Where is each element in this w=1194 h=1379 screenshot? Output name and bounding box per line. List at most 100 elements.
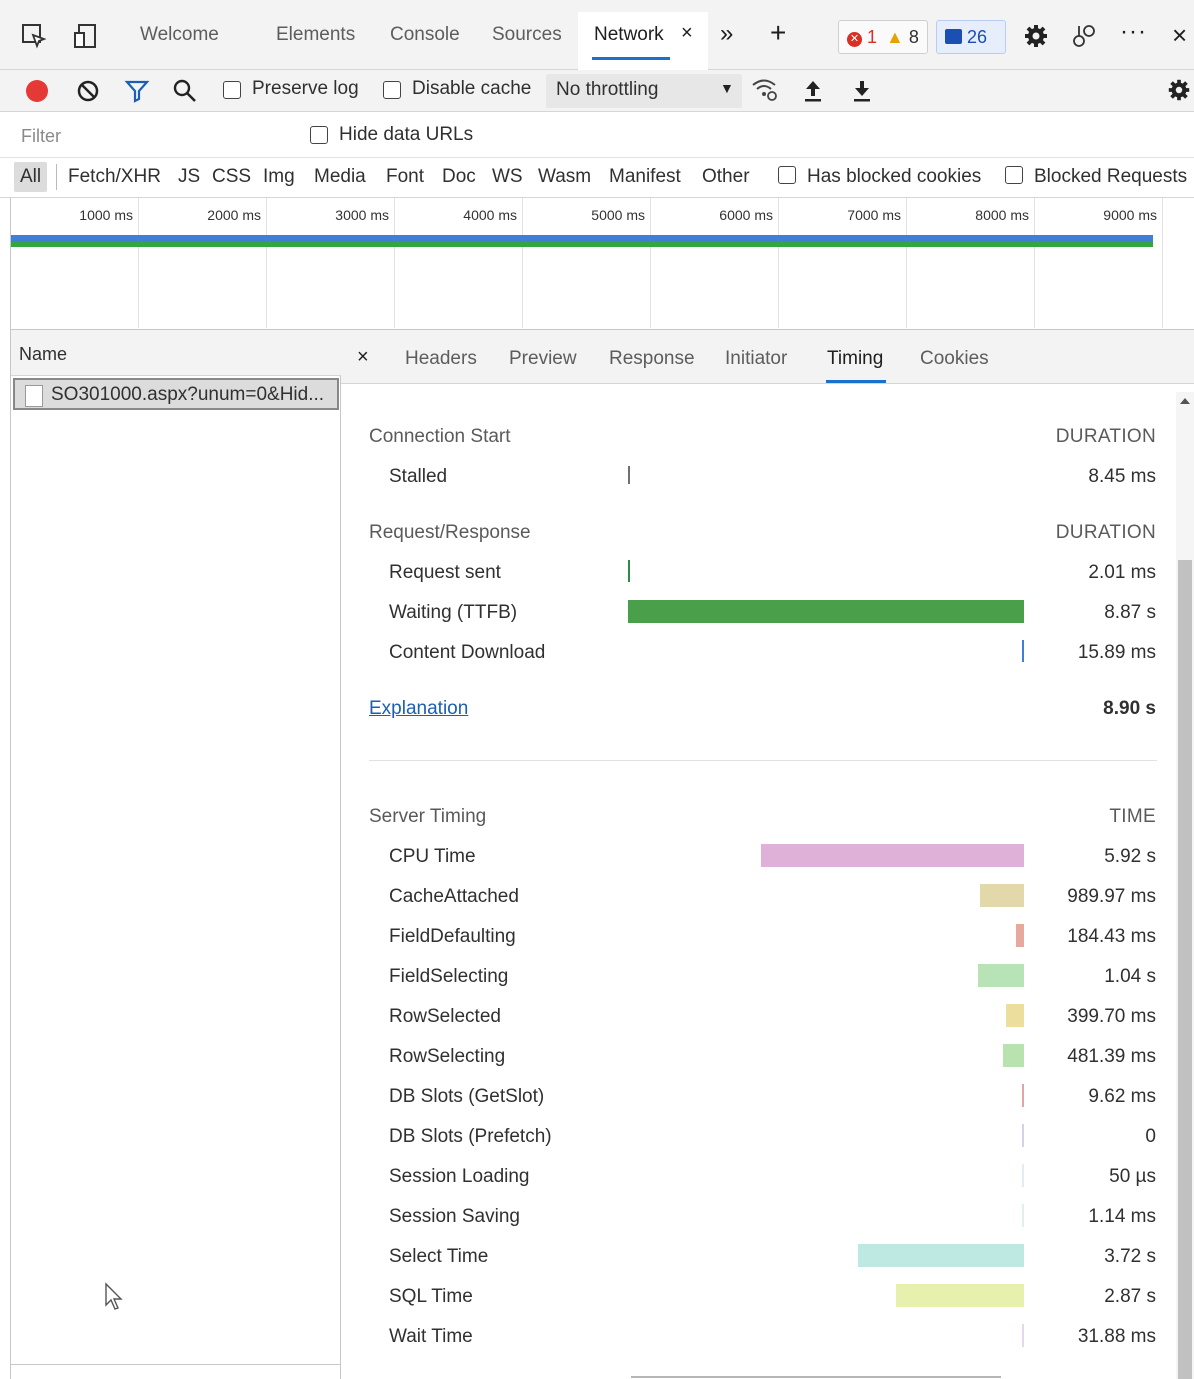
network-settings-gear-icon[interactable] — [1166, 77, 1192, 103]
server-timing-value: 1.14 ms — [1088, 1206, 1156, 1227]
type-filter-wasm[interactable]: Wasm — [538, 166, 591, 188]
request-row[interactable]: SO301000.aspx?unum=0&Hid... — [13, 378, 339, 410]
overview-request-bar-ttfb — [11, 242, 1153, 247]
request-response-heading: Request/Response — [369, 522, 531, 543]
error-icon: ✕ — [847, 32, 862, 47]
add-tab-icon[interactable]: + — [770, 17, 786, 49]
document-icon — [25, 385, 43, 407]
tab-initiator[interactable]: Initiator — [725, 348, 787, 370]
server-timing-label: Wait Time — [389, 1326, 473, 1347]
active-tab-indicator — [592, 57, 670, 60]
server-timing-label: RowSelecting — [389, 1046, 506, 1067]
server-timing-bar — [761, 844, 1024, 867]
server-timing-label: CPU Time — [389, 846, 476, 867]
connection-icon[interactable] — [1070, 22, 1098, 50]
content-download-bar — [1022, 640, 1024, 662]
name-column-header[interactable]: Name — [11, 330, 341, 376]
content-download-label: Content Download — [389, 642, 546, 663]
search-icon[interactable] — [172, 78, 198, 104]
blocked-requests-checkbox[interactable] — [1005, 166, 1023, 184]
disable-cache-label: Disable cache — [412, 78, 532, 99]
throttling-select[interactable]: No throttling ▼ — [546, 74, 742, 108]
time-header: TIME — [1109, 806, 1156, 827]
network-conditions-icon[interactable] — [750, 76, 780, 104]
overview-tick-label: 6000 ms — [719, 207, 773, 223]
type-filter-other[interactable]: Other — [702, 166, 750, 188]
tab-response[interactable]: Response — [609, 348, 695, 370]
messages-badge[interactable]: 26 — [936, 20, 1006, 54]
type-filter-all[interactable]: All — [14, 162, 48, 192]
server-timing-label: DB Slots (GetSlot) — [389, 1086, 545, 1107]
scrollbar-thumb[interactable] — [1178, 560, 1192, 1379]
tab-elements[interactable]: Elements — [276, 24, 355, 46]
server-timing-value: 989.97 ms — [1067, 886, 1156, 907]
close-devtools-icon[interactable]: × — [1172, 20, 1187, 51]
overview-tick-label: 1000 ms — [79, 207, 133, 223]
stalled-label: Stalled — [389, 466, 448, 487]
preserve-log-checkbox[interactable] — [223, 81, 241, 99]
filter-input[interactable]: Filter — [10, 120, 286, 150]
close-details-icon[interactable]: × — [357, 346, 369, 369]
request-sent-label: Request sent — [389, 562, 501, 583]
more-options-icon[interactable]: ··· — [1120, 18, 1147, 46]
server-timing-value: 3.72 s — [1104, 1246, 1156, 1267]
record-icon[interactable] — [26, 80, 48, 102]
overview-gridline — [138, 198, 139, 328]
type-filter-css[interactable]: CSS — [212, 166, 251, 188]
hide-data-urls-checkbox[interactable] — [310, 126, 328, 144]
tab-timing[interactable]: Timing — [827, 348, 883, 370]
server-timing-label: CacheAttached — [389, 886, 519, 907]
message-icon — [945, 29, 962, 44]
type-filter-manifest[interactable]: Manifest — [609, 166, 681, 188]
tab-console[interactable]: Console — [390, 24, 460, 46]
has-blocked-cookies-checkbox[interactable] — [778, 166, 796, 184]
section-divider — [369, 760, 1157, 761]
connection-start-heading: Connection Start — [369, 426, 511, 447]
explanation-link[interactable]: Explanation — [369, 698, 468, 720]
type-filter-ws[interactable]: WS — [492, 166, 523, 188]
inspect-element-icon[interactable] — [20, 22, 48, 50]
settings-gear-icon[interactable] — [1022, 22, 1050, 50]
tab-network[interactable]: Network — [594, 24, 664, 46]
disable-cache-checkbox[interactable] — [383, 81, 401, 99]
timeline-overview[interactable]: 1000 ms 2000 ms 3000 ms 4000 ms 5000 ms … — [10, 198, 1194, 330]
server-timing-value: 1.04 s — [1104, 966, 1156, 987]
type-filter-js[interactable]: JS — [178, 166, 200, 188]
more-tabs-icon[interactable]: » — [720, 20, 733, 48]
type-filter-media[interactable]: Media — [314, 166, 366, 188]
overview-gridline — [1162, 198, 1163, 328]
server-timing-bar — [978, 964, 1024, 987]
server-timing-bar — [1022, 1164, 1024, 1187]
overview-gridline — [1034, 198, 1035, 328]
device-emulation-icon[interactable] — [72, 22, 100, 50]
mouse-cursor-icon — [105, 1282, 123, 1310]
tab-cookies[interactable]: Cookies — [920, 348, 989, 370]
server-timing-bar — [1022, 1204, 1024, 1227]
scroll-up-icon[interactable] — [1180, 398, 1190, 404]
stalled-bar — [628, 466, 630, 484]
overview-gridline — [522, 198, 523, 328]
request-name: SO301000.aspx?unum=0&Hid... — [51, 384, 325, 405]
type-filter-font[interactable]: Font — [386, 166, 424, 188]
tab-headers[interactable]: Headers — [405, 348, 477, 370]
tab-preview[interactable]: Preview — [509, 348, 577, 370]
type-filter-img[interactable]: Img — [263, 166, 295, 188]
import-har-icon[interactable] — [802, 78, 824, 104]
close-tab-icon[interactable]: × — [681, 22, 693, 45]
request-sent-bar — [628, 560, 630, 582]
overview-request-bar — [11, 235, 1153, 242]
waiting-ttfb-label: Waiting (TTFB) — [389, 602, 518, 623]
clear-icon[interactable] — [76, 79, 100, 103]
export-har-icon[interactable] — [851, 78, 873, 104]
tab-welcome[interactable]: Welcome — [140, 24, 219, 46]
overview-tick-label: 5000 ms — [591, 207, 645, 223]
server-timing-label: SQL Time — [389, 1286, 473, 1307]
issues-badge[interactable]: ✕ 1 ▲ 8 — [838, 20, 928, 54]
server-timing-value: 50 µs — [1109, 1166, 1156, 1187]
type-filter-doc[interactable]: Doc — [442, 166, 476, 188]
tab-sources[interactable]: Sources — [492, 24, 562, 46]
type-filter-fetch-xhr[interactable]: Fetch/XHR — [68, 166, 161, 188]
chevron-down-icon: ▼ — [720, 80, 734, 96]
filter-icon[interactable] — [124, 78, 150, 104]
server-timing-value: 481.39 ms — [1067, 1046, 1156, 1067]
